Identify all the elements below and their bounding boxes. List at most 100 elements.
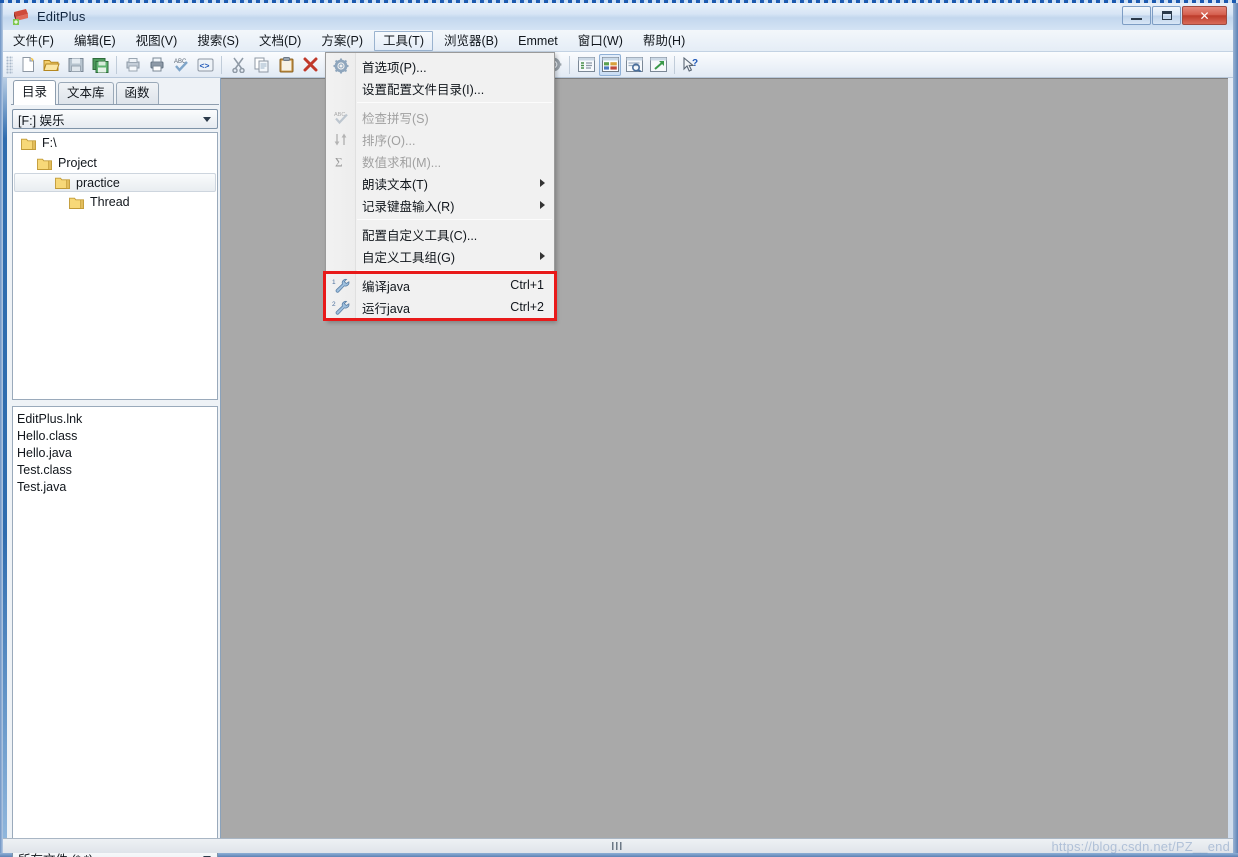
menu-item-label: 排序(O)... <box>362 133 416 148</box>
menu-item-label: 编译java <box>362 279 410 294</box>
menu-item-label: 自定义工具组(G) <box>362 250 456 265</box>
tree-node[interactable]: practice <box>14 173 216 192</box>
tree-node[interactable]: Thread <box>13 192 217 212</box>
menu-file[interactable]: 文件(F) <box>4 31 63 51</box>
toolbar-separator <box>116 55 117 74</box>
svg-text:Σ: Σ <box>335 154 343 169</box>
wrench-1-icon: 1 <box>332 277 350 293</box>
menu-set-config-dir[interactable]: 设置配置文件目录(I)... <box>326 77 554 99</box>
close-button[interactable]: ✕ <box>1182 6 1227 25</box>
open-file-icon[interactable] <box>41 54 63 76</box>
file-list: EditPlus.lnk Hello.class Hello.java Test.cl… <box>12 406 218 846</box>
sort-arrows-icon <box>332 131 350 147</box>
menu-compile-java[interactable]: 1 编译java Ctrl+1 <box>326 274 554 296</box>
tree-node[interactable]: Project <box>13 153 217 173</box>
menu-view[interactable]: 视图(V) <box>127 31 187 51</box>
browser-icon[interactable] <box>647 54 669 76</box>
menu-search[interactable]: 搜索(S) <box>188 31 248 51</box>
save-icon[interactable] <box>65 54 87 76</box>
menu-read-text[interactable]: 朗读文本(T) <box>326 172 554 194</box>
menu-project[interactable]: 方案(P) <box>312 31 372 51</box>
drive-select[interactable]: [F:] 娱乐 <box>12 109 218 129</box>
save-all-icon[interactable] <box>89 54 111 76</box>
menu-document[interactable]: 文档(D) <box>250 31 310 51</box>
toolbar-grip[interactable] <box>6 55 13 74</box>
file-list-item[interactable]: Hello.java <box>17 445 217 462</box>
menu-item-label: 运行java <box>362 301 410 316</box>
html-tag-icon[interactable]: <> <box>194 54 216 76</box>
abc-check-icon: ABC <box>332 109 350 125</box>
document-selector-icon[interactable] <box>575 54 597 76</box>
menu-preferences[interactable]: 首选项(P)... <box>326 55 554 77</box>
delete-icon[interactable] <box>299 54 321 76</box>
context-help-icon[interactable]: ? <box>680 54 702 76</box>
menu-item-label: 设置配置文件目录(I)... <box>362 82 485 97</box>
print-preview-icon[interactable] <box>122 54 144 76</box>
maximize-button[interactable] <box>1152 6 1181 25</box>
dock-inner: 目录 文本库 函数 [F:] 娱乐 F:\ Project practice Thread… <box>7 78 221 857</box>
directory-window-icon[interactable] <box>599 53 621 76</box>
directory-dock-panel: 目录 文本库 函数 [F:] 娱乐 F:\ Project practice Thread… <box>3 78 221 857</box>
menu-window[interactable]: 窗口(W) <box>569 31 632 51</box>
menu-item-label: 检查拼写(S) <box>362 111 429 126</box>
gear-icon <box>332 58 350 74</box>
menu-spell-check: ABC 检查拼写(S) <box>326 106 554 128</box>
menu-sum-numbers: Σ 数值求和(M)... <box>326 150 554 172</box>
status-bar <box>3 838 1233 853</box>
menu-configure-user-tools[interactable]: 配置自定义工具(C)... <box>326 223 554 245</box>
folder-icon <box>37 157 52 170</box>
menu-browser[interactable]: 浏览器(B) <box>435 31 507 51</box>
menu-edit[interactable]: 编辑(E) <box>65 31 125 51</box>
spellcheck-icon[interactable]: ABC <box>170 54 192 76</box>
copy-icon[interactable] <box>251 54 273 76</box>
wrench-2-icon: 2 <box>332 299 350 315</box>
menu-item-label: 首选项(P)... <box>362 60 427 75</box>
editplus-window: EditPlus ✕ 文件(F) 编辑(E) 视图(V) 搜索(S) 文档(D) 方案(P… <box>0 0 1238 857</box>
menu-help[interactable]: 帮助(H) <box>634 31 694 51</box>
folder-icon <box>21 137 36 150</box>
menu-run-java[interactable]: 2 运行java Ctrl+2 <box>326 296 554 318</box>
drive-select-value: [F:] 娱乐 <box>18 113 65 128</box>
cut-icon[interactable] <box>227 54 249 76</box>
submenu-arrow-icon <box>540 179 545 187</box>
menu-emmet[interactable]: Emmet <box>509 31 567 51</box>
menu-record-keystrokes[interactable]: 记录键盘输入(R) <box>326 194 554 216</box>
menu-separator <box>357 270 552 271</box>
minimize-button[interactable] <box>1122 6 1151 25</box>
menu-tools[interactable]: 工具(T) <box>374 30 433 51</box>
window-controls: ✕ <box>1122 6 1227 25</box>
file-list-item[interactable]: Hello.class <box>17 428 217 445</box>
sigma-icon: Σ <box>332 153 350 169</box>
preview-icon[interactable] <box>623 54 645 76</box>
menu-item-shortcut: Ctrl+1 <box>510 278 544 292</box>
menu-user-tool-groups[interactable]: 自定义工具组(G) <box>326 245 554 267</box>
svg-text:1: 1 <box>332 279 336 286</box>
tree-node-label: practice <box>76 175 120 190</box>
menu-item-shortcut: Ctrl+2 <box>510 300 544 314</box>
menu-bar: 文件(F) 编辑(E) 视图(V) 搜索(S) 文档(D) 方案(P) 工具(T) 浏览器(B… <box>3 30 1233 52</box>
tab-function[interactable]: 函数 <box>115 82 159 105</box>
file-list-item[interactable]: EditPlus.lnk <box>17 411 217 428</box>
tree-node[interactable]: F:\ <box>13 133 217 153</box>
menu-item-label: 配置自定义工具(C)... <box>362 228 478 243</box>
paste-icon[interactable] <box>275 54 297 76</box>
toolbar: ABC <>? <box>3 52 1233 78</box>
window-title: EditPlus <box>37 9 86 24</box>
window-right-border <box>1233 3 1238 857</box>
new-file-icon[interactable] <box>17 54 39 76</box>
print-icon[interactable] <box>146 54 168 76</box>
toolbar-separator <box>569 55 570 74</box>
menu-separator <box>357 219 552 220</box>
tab-directory[interactable]: 目录 <box>13 80 57 105</box>
svg-text:2: 2 <box>332 301 336 308</box>
tab-cliptext[interactable]: 文本库 <box>58 82 114 105</box>
title-bar: EditPlus ✕ <box>3 3 1233 30</box>
folder-icon <box>69 196 84 209</box>
folder-tree: F:\ Project practice Thread <box>12 132 218 400</box>
toolbar-separator <box>674 55 675 74</box>
file-list-item[interactable]: Test.java <box>17 479 217 496</box>
svg-text:<>: <> <box>199 60 209 70</box>
folder-icon <box>55 176 70 189</box>
chevron-down-icon <box>203 117 211 122</box>
file-list-item[interactable]: Test.class <box>17 462 217 479</box>
